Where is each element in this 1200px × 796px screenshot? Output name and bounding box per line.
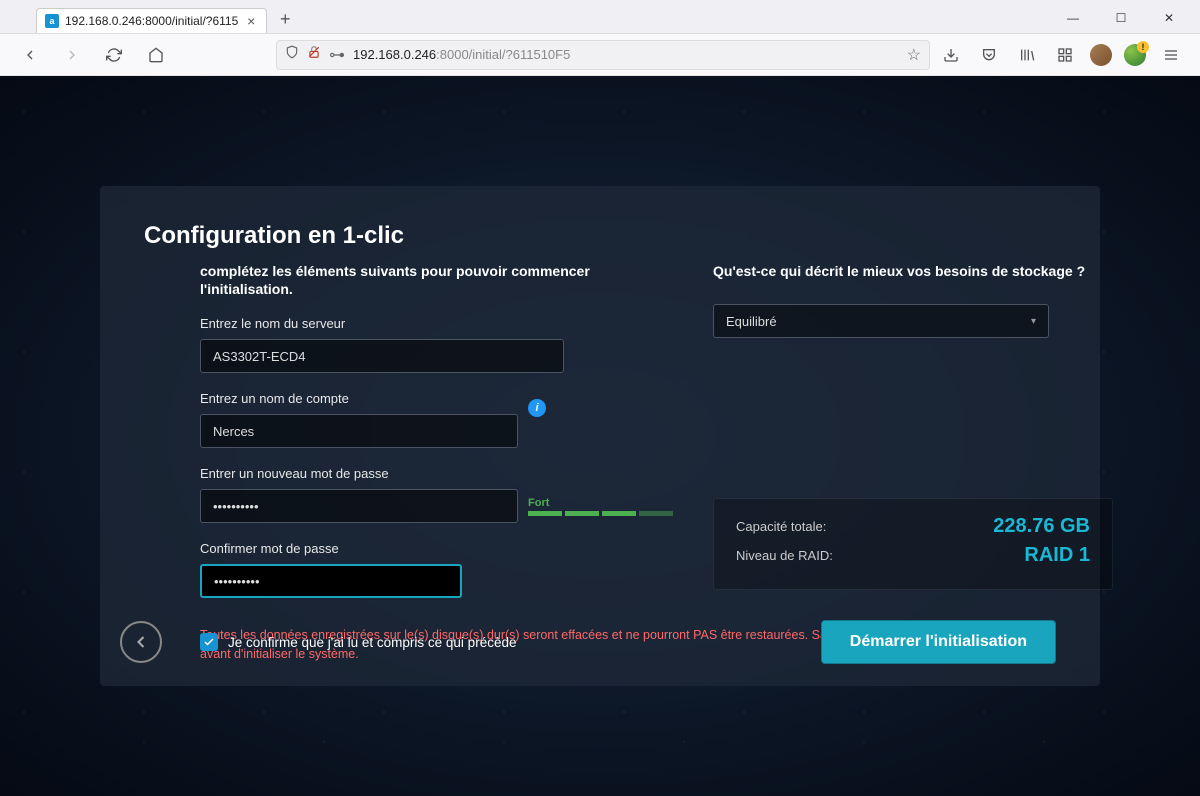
account-name-input[interactable] [200, 414, 518, 448]
chevron-down-icon: ▾ [1031, 316, 1036, 327]
password-label: Entrer un nouveau mot de passe [200, 466, 673, 481]
confirm-label: Je confirme que j'ai lu et compris ce qu… [228, 635, 516, 650]
key-icon: ⊶ [329, 45, 345, 65]
pocket-icon[interactable] [976, 42, 1002, 68]
url-text: 192.168.0.246:8000/initial/?611510F5 [353, 47, 899, 62]
extension-icon[interactable] [1052, 42, 1078, 68]
capacity-box: Capacité totale: 228.76 GB Niveau de RAI… [713, 498, 1113, 590]
favicon-icon: a [45, 14, 59, 28]
raid-label: Niveau de RAID: [736, 548, 833, 563]
strength-bar [639, 511, 673, 516]
strength-bar [565, 511, 599, 516]
server-name-label: Entrez le nom du serveur [200, 316, 673, 331]
capacity-label: Capacité totale: [736, 519, 826, 534]
server-name-input[interactable] [200, 339, 564, 373]
menu-icon[interactable] [1158, 42, 1184, 68]
new-tab-button[interactable]: + [271, 5, 299, 33]
account-avatar[interactable] [1124, 44, 1146, 66]
maximize-button[interactable]: ☐ [1098, 4, 1144, 32]
page-viewport: Configuration en 1-clic complétez les él… [0, 76, 1200, 796]
right-subtitle: Qu'est-ce qui décrit le mieux vos besoin… [713, 262, 1113, 280]
minimize-button[interactable]: — [1050, 4, 1096, 32]
confirm-password-label: Confirmer mot de passe [200, 541, 673, 556]
browser-toolbar: ⊶ 192.168.0.246:8000/initial/?611510F5 ☆ [0, 34, 1200, 76]
back-icon[interactable] [16, 41, 44, 69]
profile-avatar[interactable] [1090, 44, 1112, 66]
back-button[interactable] [120, 621, 162, 663]
config-panel: Configuration en 1-clic complétez les él… [100, 186, 1100, 686]
storage-profile-select[interactable]: Equilibré ▾ [713, 304, 1049, 338]
tab-title: 192.168.0.246:8000/initial/?6115 [65, 14, 238, 28]
browser-tab[interactable]: a 192.168.0.246:8000/initial/?6115 × [36, 8, 267, 33]
password-input[interactable] [200, 489, 518, 523]
strength-bar [528, 511, 562, 516]
bookmark-icon[interactable]: ☆ [907, 45, 921, 65]
window-titlebar: a 192.168.0.246:8000/initial/?6115 × + —… [0, 0, 1200, 34]
library-icon[interactable] [1014, 42, 1040, 68]
confirm-password-input[interactable] [200, 564, 462, 598]
close-window-button[interactable]: ✕ [1146, 4, 1192, 32]
shield-icon [285, 45, 299, 64]
forward-icon[interactable] [58, 41, 86, 69]
left-subtitle: complétez les éléments suivants pour pou… [200, 262, 673, 298]
account-info-icon[interactable]: i [528, 399, 546, 417]
close-tab-icon[interactable]: × [244, 14, 258, 28]
strength-label: Fort [528, 497, 673, 509]
address-bar[interactable]: ⊶ 192.168.0.246:8000/initial/?611510F5 ☆ [276, 40, 930, 70]
password-strength: Fort [528, 497, 673, 516]
reload-icon[interactable] [100, 41, 128, 69]
select-value: Equilibré [726, 314, 777, 329]
account-name-label: Entrez un nom de compte [200, 391, 673, 406]
strength-bar [602, 511, 636, 516]
home-icon[interactable] [142, 41, 170, 69]
download-icon[interactable] [938, 42, 964, 68]
raid-value: RAID 1 [1024, 544, 1090, 567]
insecure-icon [307, 45, 321, 64]
capacity-value: 228.76 GB [993, 515, 1090, 538]
confirm-checkbox[interactable] [200, 633, 218, 651]
start-button[interactable]: Démarrer l'initialisation [821, 620, 1056, 664]
page-title: Configuration en 1-clic [144, 222, 1056, 250]
